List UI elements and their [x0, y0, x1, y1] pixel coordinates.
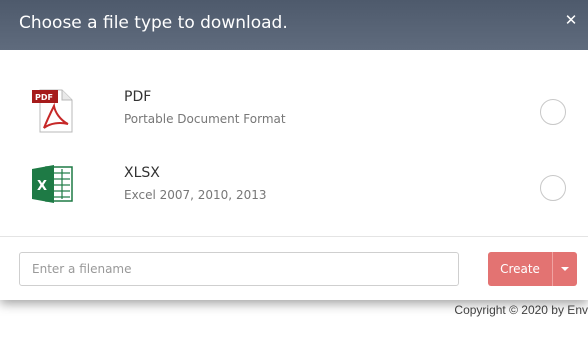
close-icon: ✕	[564, 11, 578, 29]
excel-file-icon: X	[30, 164, 74, 210]
option-name: PDF	[124, 89, 152, 105]
create-dropdown-toggle[interactable]	[552, 252, 577, 286]
modal-title: Choose a file type to download.	[19, 13, 288, 33]
file-type-option-xlsx[interactable]: X XLSX Excel 2007, 2010, 2013	[0, 147, 588, 223]
copyright-text: Copyright © 2020 by Env	[454, 303, 588, 317]
download-modal: Choose a file type to download. ✕ PDF PD…	[0, 0, 588, 300]
svg-text:X: X	[37, 179, 47, 194]
file-type-option-pdf[interactable]: PDF PDF Portable Document Format	[0, 71, 588, 147]
pdf-file-icon: PDF	[30, 88, 74, 134]
filename-input[interactable]	[19, 252, 459, 286]
close-button[interactable]: ✕	[564, 12, 578, 28]
option-description: Excel 2007, 2010, 2013	[124, 188, 267, 202]
modal-header: Choose a file type to download. ✕	[0, 0, 588, 50]
option-description: Portable Document Format	[124, 112, 286, 126]
radio-pdf[interactable]	[540, 99, 566, 125]
option-name: XLSX	[124, 165, 160, 181]
svg-text:PDF: PDF	[35, 93, 53, 102]
create-button[interactable]: Create	[488, 252, 552, 286]
modal-divider	[0, 236, 588, 237]
chevron-down-icon	[561, 267, 569, 271]
radio-xlsx[interactable]	[540, 175, 566, 201]
create-button-group: Create	[488, 252, 577, 286]
